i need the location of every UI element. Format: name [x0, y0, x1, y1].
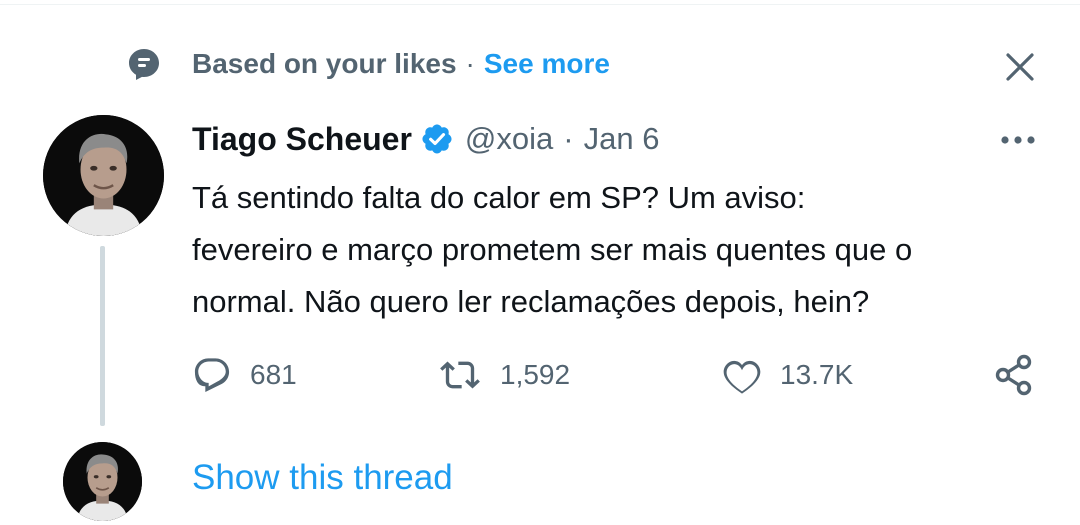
close-icon	[1006, 53, 1034, 81]
share-icon	[995, 354, 1032, 396]
speech-bubble-icon	[127, 47, 161, 81]
heart-icon	[723, 360, 761, 394]
like-button[interactable]: 13.7K	[722, 350, 853, 400]
reply-button[interactable]: 681	[192, 350, 297, 400]
show-thread-link[interactable]: Show this thread	[192, 458, 453, 498]
context-header: Based on your likes · See more	[127, 44, 610, 84]
tweet-date[interactable]: Jan 6	[584, 121, 660, 157]
verified-badge-icon	[420, 122, 454, 156]
more-options-button[interactable]	[996, 122, 1040, 158]
retweet-button[interactable]: 1,592	[438, 350, 570, 400]
context-separator: ·	[465, 48, 475, 79]
reply-count: 681	[250, 359, 297, 390]
tweet-header: Tiago Scheuer @xoia · Jan 6	[192, 116, 659, 162]
thread-avatar[interactable]	[63, 442, 142, 521]
tweet-actions: 681 1,592 13.7K	[192, 350, 1042, 400]
like-count: 13.7K	[780, 359, 854, 390]
tweet-text: Tá sentindo falta do calor em SP? Um avi…	[192, 172, 1062, 328]
more-dots-icon	[1001, 136, 1035, 144]
reply-icon	[194, 358, 230, 392]
author-name[interactable]: Tiago Scheuer	[192, 121, 412, 158]
share-button[interactable]	[994, 350, 1034, 400]
author-handle[interactable]: @xoia	[465, 121, 553, 157]
author-avatar[interactable]	[43, 115, 164, 236]
retweet-icon	[440, 361, 480, 389]
close-button[interactable]	[998, 45, 1042, 89]
tweet-text-line: fevereiro e março prometem ser mais quen…	[192, 232, 913, 267]
context-reason: Based on your likes	[192, 48, 457, 79]
retweet-count: 1,592	[500, 359, 571, 390]
see-more-link[interactable]: See more	[484, 48, 610, 80]
tweet-text-line: Tá sentindo falta do calor em SP? Um avi…	[192, 180, 806, 215]
tweet-text-line: normal. Não quero ler reclamações depois…	[192, 284, 870, 319]
top-divider	[0, 4, 1080, 5]
thread-connector-line	[100, 246, 105, 426]
header-separator: ·	[563, 121, 574, 156]
